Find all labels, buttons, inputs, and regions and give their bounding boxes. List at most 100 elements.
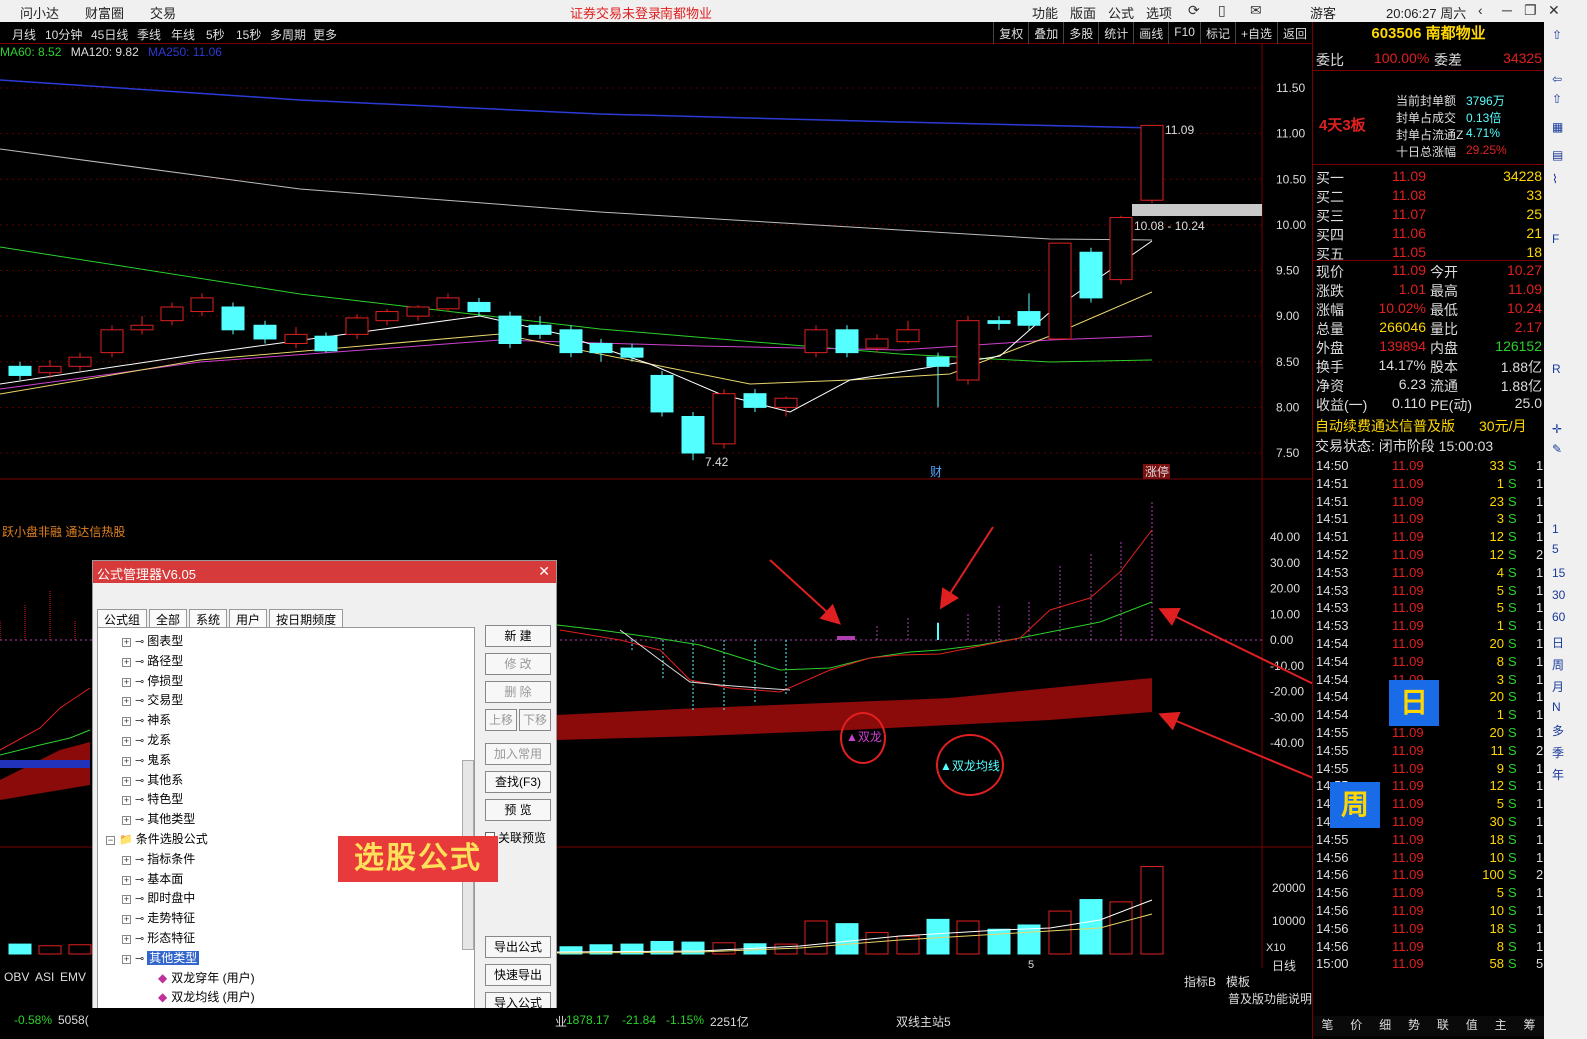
detail-tab[interactable]: 筹 (1524, 1016, 1536, 1036)
period-30-icon[interactable]: 30 (1552, 588, 1565, 602)
expand-toggle-icon[interactable]: + (122, 816, 131, 826)
tab-emv[interactable]: EMV (60, 970, 86, 984)
tree-node[interactable]: + ⊸ 神系 (122, 711, 171, 728)
period-month-icon[interactable]: 月 (1552, 678, 1564, 695)
bid-row[interactable]: 买二 11.08 33 (1316, 187, 1544, 205)
lite-help-link[interactable]: 普及版功能说明 (1228, 990, 1312, 1007)
cross-icon[interactable]: ✛ (1552, 422, 1562, 436)
expand-toggle-icon[interactable]: + (122, 875, 131, 885)
period-15-icon[interactable]: 15 (1552, 566, 1565, 580)
tree-node[interactable]: + ⊸ 路径型 (122, 652, 183, 669)
promo-text[interactable]: 自动续费通达信普及版 (1315, 416, 1455, 436)
tree-node[interactable]: ◆ 双龙均线 (用户) (158, 988, 255, 1005)
expand-toggle-icon[interactable]: + (122, 638, 131, 647)
expand-toggle-icon[interactable]: + (122, 756, 131, 766)
tree-node[interactable]: + ⊸ 其他系 (122, 771, 183, 788)
tree-node[interactable]: + ⊸ 即时盘中 (122, 889, 195, 906)
tick-time: 14:54 (1316, 671, 1349, 687)
export-button[interactable]: 导出公式 (485, 936, 551, 958)
preview-button[interactable]: 预 览 (485, 799, 551, 821)
tab-indicator-b[interactable]: 指标B (1184, 973, 1216, 990)
expand-toggle-icon[interactable]: + (122, 737, 131, 746)
period-1-icon[interactable]: 1 (1552, 522, 1559, 536)
expand-toggle-icon[interactable]: + (122, 915, 131, 925)
promo-price[interactable]: 30元/月 (1479, 416, 1526, 436)
quick-export-button[interactable]: 快速导出 (485, 964, 551, 986)
chart-icon[interactable]: ▤ (1552, 148, 1563, 162)
add-common-button[interactable]: 加入常用 (485, 743, 551, 765)
tab-obv[interactable]: OBV (4, 970, 29, 984)
expand-toggle-icon[interactable]: + (122, 855, 131, 865)
tree-node[interactable]: + ⊸ 龙系 (122, 731, 171, 748)
detail-tab[interactable]: 联 (1437, 1016, 1449, 1036)
period-60-icon[interactable]: 60 (1552, 610, 1565, 624)
modify-button[interactable]: 修 改 (485, 653, 551, 675)
period-day-icon[interactable]: 日 (1552, 634, 1564, 651)
expand-toggle-icon[interactable]: + (122, 776, 131, 786)
tab-user[interactable]: 用户 (229, 609, 268, 629)
tab-by-date[interactable]: 按日期频度 (269, 609, 344, 629)
tree-node[interactable]: ◆ 双龙穿年 (用户) (158, 969, 255, 986)
grid-icon[interactable]: ▦ (1552, 120, 1563, 134)
expand-toggle-icon[interactable]: + (122, 697, 131, 707)
detail-tab[interactable]: 值 (1466, 1016, 1478, 1036)
tree-node[interactable]: + ⊸ 其他类型 (122, 949, 200, 966)
tree-node[interactable]: + ⊸ 指标条件 (122, 850, 195, 867)
f10-icon[interactable]: F (1552, 232, 1559, 246)
tab-template[interactable]: 模板 (1226, 973, 1250, 990)
expand-toggle-icon[interactable]: + (122, 954, 131, 964)
tab-formula-group[interactable]: 公式组 (97, 609, 148, 629)
dialog-close-icon[interactable]: ✕ (538, 563, 550, 580)
new-button[interactable]: 新 建 (485, 625, 551, 647)
tree-node[interactable]: − 📁 条件选股公式 (106, 830, 208, 847)
nav-left-icon[interactable]: ⇦ (1552, 72, 1562, 86)
detail-tab[interactable]: 细 (1379, 1016, 1391, 1036)
expand-toggle-icon[interactable]: + (122, 796, 131, 806)
period-year-icon[interactable]: 年 (1552, 766, 1564, 783)
move-down-button[interactable]: 下移 (519, 709, 551, 731)
tree-node[interactable]: + ⊸ 停损型 (122, 672, 183, 689)
detail-tab[interactable]: 价 (1350, 1016, 1362, 1036)
promo-row[interactable]: 自动续费通达信普及版 30元/月 (1313, 416, 1544, 436)
expand-toggle-icon[interactable]: + (122, 657, 131, 667)
tree-node-label: 形态特征 (147, 931, 196, 945)
tree-node[interactable]: + ⊸ 走势特征 (122, 909, 195, 926)
expand-toggle-icon[interactable]: − (106, 836, 115, 845)
bid-row[interactable]: 买四 11.06 21 (1316, 225, 1544, 243)
detail-tab[interactable]: 笔 (1321, 1016, 1333, 1036)
period-week-icon[interactable]: 周 (1552, 656, 1564, 673)
expand-toggle-icon[interactable]: + (122, 677, 131, 687)
tree-node[interactable]: + ⊸ 图表型 (122, 632, 183, 649)
pencil-icon[interactable]: ✎ (1552, 442, 1562, 456)
dialog-title[interactable]: 公式管理器V6.05 (93, 561, 556, 583)
detail-tab[interactable]: 主 (1495, 1016, 1507, 1036)
rsi-icon[interactable]: R (1552, 362, 1561, 376)
formula-tree[interactable]: + ⊸ 图表型 + ⊸ 路径型 + ⊸ 停损型 + ⊸ 交易型 + ⊸ 神系 + ⊸ 龙系 + ⊸ 鬼系 + ⊸ 其他系 + ⊸ 特… (97, 627, 475, 1039)
period-multi-icon[interactable]: 多 (1552, 722, 1564, 739)
tree-node[interactable]: + ⊸ 交易型 (122, 691, 183, 708)
trend-icon[interactable]: ⌇ (1552, 172, 1558, 186)
nav-up-icon[interactable]: ⇧ (1552, 28, 1562, 42)
formula-manager-dialog[interactable]: 公式管理器V6.05 ✕ 公式组 全部 系统 用户 按日期频度 + ⊸ 图表型 + ⊸ 路… (92, 560, 557, 1039)
expand-toggle-icon[interactable]: + (122, 895, 131, 905)
bid-row[interactable]: 买一 11.09 34228 (1316, 168, 1544, 186)
period-season-icon[interactable]: 季 (1552, 744, 1564, 761)
expand-toggle-icon[interactable]: + (122, 717, 131, 727)
move-up-button[interactable]: 上移 (485, 709, 517, 731)
delete-button[interactable]: 删 除 (485, 681, 551, 703)
tree-node[interactable]: + ⊸ 鬼系 (122, 751, 171, 768)
tab-system[interactable]: 系统 (189, 609, 228, 629)
tree-node[interactable]: + ⊸ 形态特征 (122, 929, 195, 946)
period-5-icon[interactable]: 5 (1552, 542, 1559, 556)
tab-asi[interactable]: ASI (35, 970, 54, 984)
tree-node[interactable]: + ⊸ 其他类型 (122, 810, 195, 827)
expand-toggle-icon[interactable]: + (122, 935, 131, 944)
nav-top-icon[interactable]: ⇧ (1552, 92, 1562, 106)
period-n-icon[interactable]: N (1552, 700, 1561, 714)
bid-row[interactable]: 买三 11.07 25 (1316, 206, 1544, 224)
tab-all[interactable]: 全部 (149, 609, 188, 629)
tree-node[interactable]: + ⊸ 特色型 (122, 790, 183, 807)
detail-tab[interactable]: 势 (1408, 1016, 1420, 1036)
find-button[interactable]: 查找(F3) (485, 771, 551, 793)
tree-node[interactable]: + ⊸ 基本面 (122, 870, 183, 887)
